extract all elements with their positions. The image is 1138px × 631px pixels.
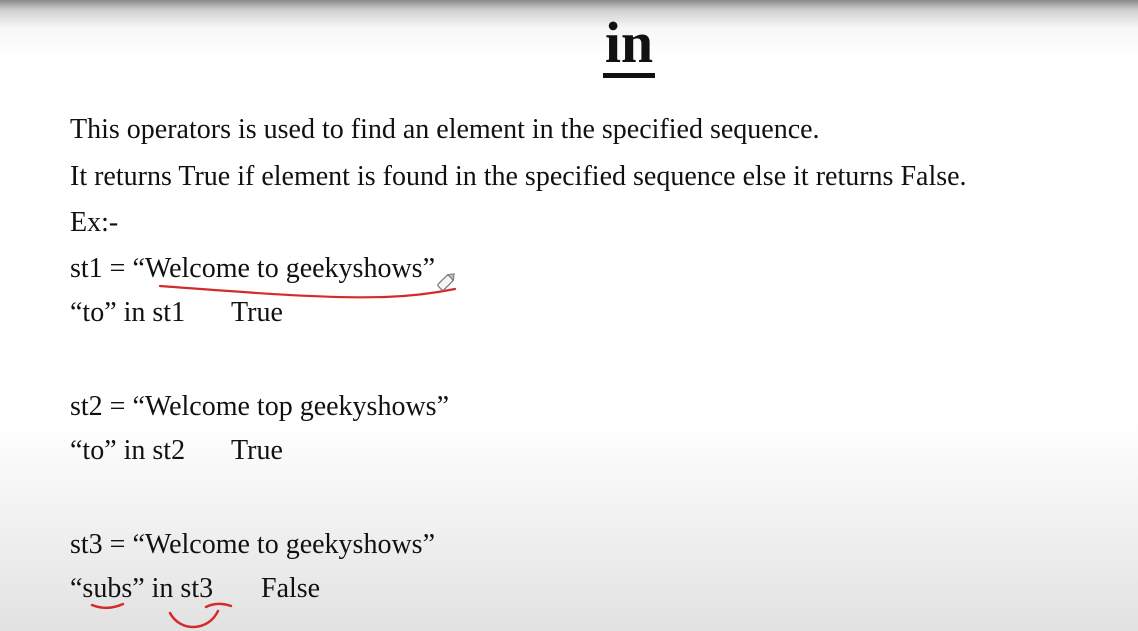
pen-annotations	[90, 273, 457, 629]
mark-st3	[204, 602, 233, 609]
underline-welcome-to-geekyshows	[158, 284, 457, 299]
underline-subs	[90, 602, 125, 610]
arc-under-in-st3	[168, 609, 220, 629]
pen-cursor-icon	[437, 273, 455, 291]
